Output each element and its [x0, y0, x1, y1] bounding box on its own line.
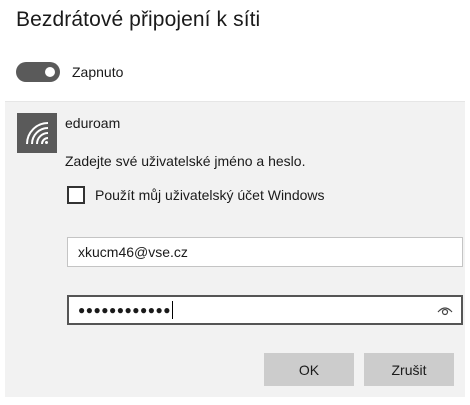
password-value: ●●●●●●●●●●●●: [78, 303, 171, 317]
credentials-prompt: Zadejte své uživatelské jméno a heslo.: [65, 153, 306, 169]
use-windows-account-row[interactable]: Použít můj uživatelský účet Windows: [67, 186, 325, 204]
cancel-button[interactable]: Zrušit: [364, 353, 454, 386]
password-field[interactable]: ●●●●●●●●●●●●: [67, 295, 463, 325]
page-title: Bezdrátové připojení k síti: [16, 8, 261, 31]
use-windows-account-label[interactable]: Použít můj uživatelský účet Windows: [95, 187, 325, 203]
text-caret: [171, 301, 173, 319]
toggle-label: Zapnuto: [72, 64, 124, 80]
use-windows-account-checkbox[interactable]: [67, 186, 85, 204]
wifi-toggle[interactable]: [16, 62, 60, 82]
wifi-toggle-row: Zapnuto: [16, 60, 123, 84]
network-name: eduroam: [65, 115, 121, 131]
ok-button[interactable]: OK: [264, 353, 354, 386]
wifi-signal-icon: [17, 113, 57, 153]
eye-icon[interactable]: [437, 304, 453, 320]
username-field[interactable]: xkucm46@vse.cz: [67, 237, 463, 267]
username-value: xkucm46@vse.cz: [78, 244, 188, 260]
toggle-knob: [45, 67, 55, 77]
network-panel: eduroam Zadejte své uživatelské jméno a …: [5, 101, 465, 397]
